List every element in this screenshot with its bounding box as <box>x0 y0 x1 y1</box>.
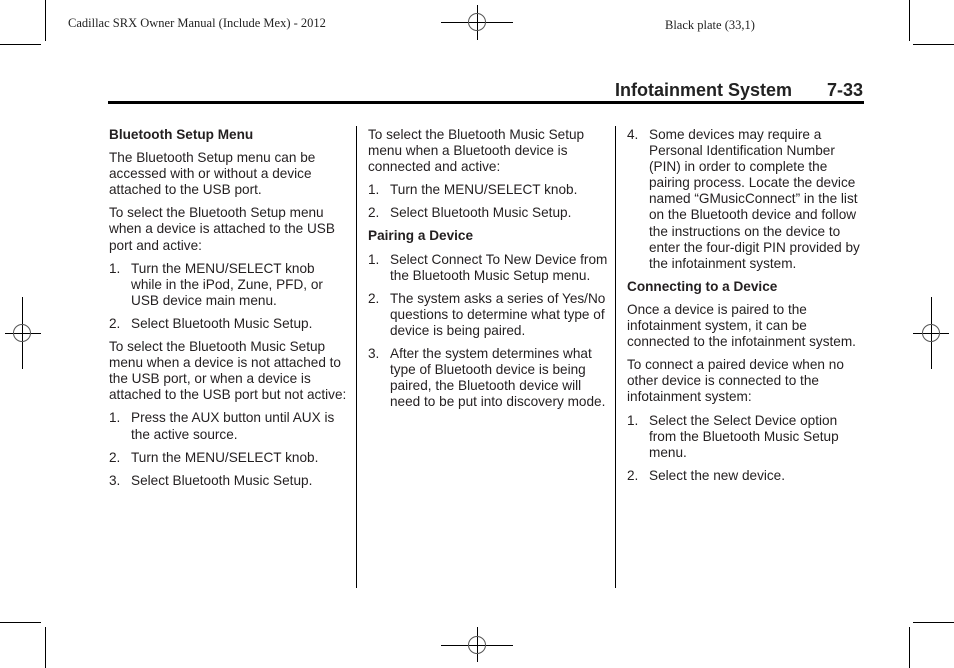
list-item-number: 2. <box>627 467 639 483</box>
list-item-text: After the system determines what type of… <box>390 346 606 410</box>
list-item: 2. Select Bluetooth Music Setup. <box>368 205 608 221</box>
list-item-text: Select Bluetooth Music Setup. <box>131 315 313 331</box>
list-item-number: 2. <box>109 449 121 465</box>
list-item: 2. Select the new device. <box>627 468 867 484</box>
column-3: 4. Some devices may require a Personal Id… <box>627 127 867 491</box>
section-heading: Bluetooth Setup Menu <box>109 127 254 142</box>
print-header-title: Cadillac SRX Owner Manual (Include Mex) … <box>68 16 326 30</box>
header-rule <box>108 101 864 104</box>
numbered-list: 4. Some devices may require a Personal Id… <box>627 127 867 272</box>
list-item: 1. Select Connect To New Device from the … <box>368 252 608 284</box>
print-header-plate: Black plate (33,1) <box>665 18 755 32</box>
numbered-list: 1. Select Connect To New Device from the … <box>368 252 608 411</box>
body-paragraph: To connect a paired device when no other… <box>627 357 844 405</box>
numbered-list: 1. Press the AUX button until AUX is the … <box>109 410 349 488</box>
body-paragraph: The Bluetooth Setup menu can be accessed… <box>109 150 316 198</box>
list-item-number: 2. <box>109 315 121 331</box>
body-paragraph: To select the Bluetooth Music Setup menu… <box>109 339 347 403</box>
list-item-number: 2. <box>368 290 380 306</box>
list-item-number: 1. <box>109 410 121 426</box>
crop-mark-bottom-right-horizontal <box>913 622 954 623</box>
list-item-number: 3. <box>109 472 121 488</box>
list-item-text: Select Bluetooth Music Setup. <box>131 472 313 488</box>
list-item-text: Select Connect To New Device from the Bl… <box>390 251 608 283</box>
crop-mark-top-left-vertical <box>45 0 46 41</box>
list-item: 2. Turn the MENU/SELECT knob. <box>109 450 349 466</box>
crop-mark-top-left-horizontal <box>0 44 41 45</box>
crop-mark-top-right-horizontal <box>913 44 954 45</box>
crop-mark-bottom-right-vertical <box>909 627 910 668</box>
page-number: 7-33 <box>827 80 864 100</box>
list-item-number: 3. <box>368 346 380 362</box>
crop-mark-bottom-left-horizontal <box>0 622 41 623</box>
list-item: 3. After the system determines what type … <box>368 346 608 410</box>
column-separator-2 <box>615 126 616 588</box>
list-item: 3. Select Bluetooth Music Setup. <box>109 473 349 489</box>
list-item-number: 2. <box>368 205 380 221</box>
list-item-text: Some devices may require a Personal Iden… <box>649 127 860 271</box>
list-item-text: Turn the MENU/SELECT knob. <box>390 182 578 198</box>
list-item: 1. Turn the MENU/SELECT knob. <box>368 182 608 198</box>
list-item: 2. The system asks a series of Yes/No que… <box>368 291 608 339</box>
list-item: 4. Some devices may require a Personal Id… <box>627 127 867 272</box>
list-item-text: Turn the MENU/SELECT knob while in the i… <box>131 260 323 308</box>
list-item-text: Press the AUX button until AUX is the ac… <box>131 410 335 442</box>
list-item-number: 1. <box>627 412 639 428</box>
list-item-text: Select Bluetooth Music Setup. <box>390 205 572 221</box>
body-paragraph: Once a device is paired to the infotainm… <box>627 301 856 350</box>
list-item-number: 1. <box>109 260 121 276</box>
numbered-list: 1. Turn the MENU/SELECT knob. 2. Select Blu… <box>368 182 608 221</box>
list-item: 2. Select Bluetooth Music Setup. <box>109 316 349 332</box>
body-paragraph: To select the Bluetooth Music Setup menu… <box>368 127 585 175</box>
list-item-number: 4. <box>627 127 639 142</box>
list-item-text: Select the new device. <box>649 467 786 483</box>
list-item-text: Select the Select Device option from the… <box>649 412 839 460</box>
section-heading: Pairing a Device <box>368 228 474 244</box>
list-item-number: 1. <box>368 182 380 198</box>
crop-mark-top-right-vertical <box>909 0 910 41</box>
column-separator-1 <box>356 126 357 588</box>
column-2: To select the Bluetooth Music Setup menu… <box>368 127 608 417</box>
numbered-list: 1. Turn the MENU/SELECT knob while in the… <box>109 261 349 332</box>
list-item: 1. Select the Select Device option from t… <box>627 413 867 461</box>
section-title: Infotainment System <box>615 80 793 100</box>
column-1: Bluetooth Setup Menu The Bluetooth Setup … <box>109 127 349 496</box>
crop-mark-bottom-left-vertical <box>45 627 46 668</box>
section-heading: Connecting to a Device <box>627 278 778 294</box>
numbered-list: 1. Select the Select Device option from t… <box>627 413 867 484</box>
list-item-text: The system asks a series of Yes/No quest… <box>390 290 606 338</box>
list-item: 1. Press the AUX button until AUX is the … <box>109 410 349 442</box>
list-item-number: 1. <box>368 251 380 267</box>
body-paragraph: To select the Bluetooth Setup menu when … <box>109 205 335 253</box>
list-item-text: Turn the MENU/SELECT knob. <box>131 449 319 465</box>
list-item: 1. Turn the MENU/SELECT knob while in the… <box>109 261 349 309</box>
